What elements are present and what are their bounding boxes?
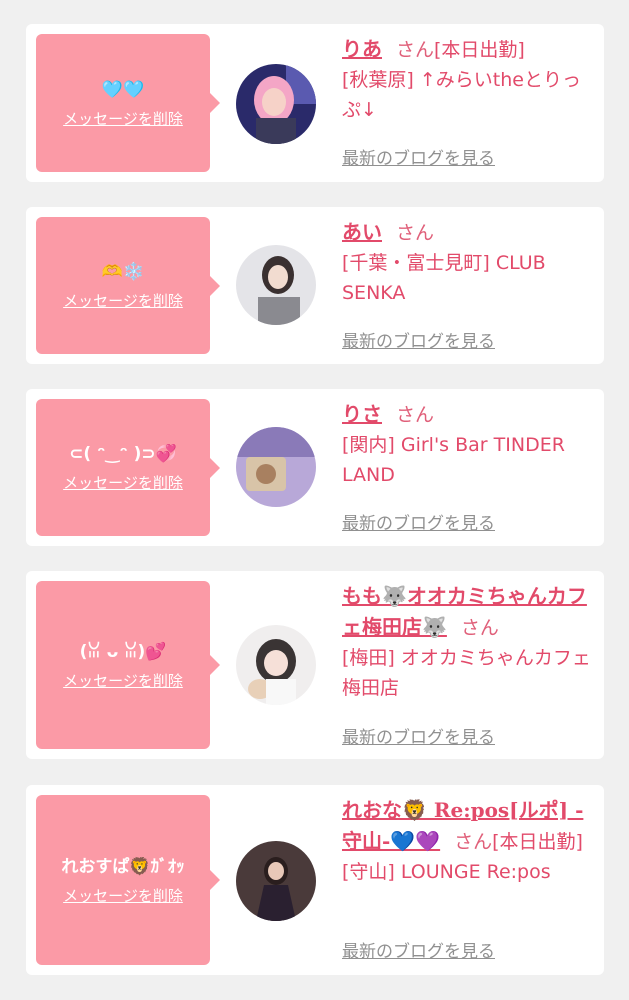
delete-message-link[interactable]: メッセージを削除 — [63, 290, 183, 311]
message-text: (ꈍ ᴗ ꈍ)💕 — [79, 641, 167, 662]
honorific: さん — [396, 39, 435, 61]
delete-message-link[interactable]: メッセージを削除 — [63, 885, 183, 906]
shop-text: [秋葉原] ↑みらいtheとりっぷ↓ — [342, 69, 581, 121]
status-badge: [本日出勤] — [434, 39, 525, 61]
avatar[interactable] — [236, 841, 316, 921]
message-bubble: (ꈍ ᴗ ꈍ)💕 メッセージを削除 — [36, 581, 220, 749]
delete-message-link[interactable]: メッセージを削除 — [63, 670, 183, 691]
latest-blog-link[interactable]: 最新のブログを見る — [342, 937, 495, 962]
message-text: ⊂( ᵔ‿ᵔ )⊃💞 — [69, 444, 177, 464]
delete-message-link[interactable]: メッセージを削除 — [63, 472, 183, 493]
message-text: 🩵🩵 — [101, 79, 145, 100]
latest-blog-link[interactable]: 最新のブログを見る — [342, 509, 495, 534]
avatar[interactable] — [236, 245, 316, 325]
delete-message-link[interactable]: メッセージを削除 — [63, 108, 183, 129]
message-bubble: 🩵🩵 メッセージを削除 — [36, 34, 220, 172]
status-badge: [本日出勤] — [492, 831, 583, 853]
message-list: 🩵🩵 メッセージを削除 りあ さん[本日出勤] [秋葉原] ↑みらいtheとりっぷ… — [0, 0, 629, 1000]
cast-name-link[interactable]: あい — [342, 220, 382, 244]
message-text: れおすぱ🦁ｶﾞｵｯ — [61, 856, 185, 877]
latest-blog-link[interactable]: 最新のブログを見る — [342, 327, 495, 352]
latest-blog-link[interactable]: 最新のブログを見る — [342, 723, 495, 748]
message-card: 🫶❄️ メッセージを削除 あい さん [千葉・富士見町] CLUB SENKA 最… — [26, 207, 604, 364]
cast-name-link[interactable]: りあ — [342, 37, 382, 61]
honorific: さん — [460, 617, 499, 639]
avatar[interactable] — [236, 427, 316, 507]
honorific: さん — [454, 831, 493, 853]
cast-name-link[interactable]: りさ — [342, 402, 382, 426]
message-bubble: れおすぱ🦁ｶﾞｵｯ メッセージを削除 — [36, 795, 220, 965]
honorific: さん — [396, 404, 435, 426]
shop-text: [千葉・富士見町] CLUB SENKA — [342, 252, 546, 304]
avatar[interactable] — [236, 64, 316, 144]
message-bubble: ⊂( ᵔ‿ᵔ )⊃💞 メッセージを削除 — [36, 399, 220, 536]
message-card: 🩵🩵 メッセージを削除 りあ さん[本日出勤] [秋葉原] ↑みらいtheとりっぷ… — [26, 24, 604, 182]
latest-blog-link[interactable]: 最新のブログを見る — [342, 144, 495, 169]
message-card: ⊂( ᵔ‿ᵔ )⊃💞 メッセージを削除 りさ さん [関内] Girl's Bar… — [26, 389, 604, 546]
shop-text: [梅田] オオカミちゃんカフェ梅田店 — [342, 647, 591, 699]
message-card: れおすぱ🦁ｶﾞｵｯ メッセージを削除 れおな🦁 Re:pos[ルポ] -守山-💙… — [26, 785, 604, 975]
shop-text: [守山] LOUNGE Re:pos — [342, 861, 551, 883]
avatar[interactable] — [236, 625, 316, 705]
message-text: 🫶❄️ — [101, 262, 145, 282]
shop-text: [関内] Girl's Bar TINDER LAND — [342, 434, 565, 486]
message-bubble: 🫶❄️ メッセージを削除 — [36, 217, 220, 354]
honorific: さん — [396, 222, 435, 244]
message-card: (ꈍ ᴗ ꈍ)💕 メッセージを削除 もも🐺オオカミちゃんカフェ梅田店🐺 さん [梅… — [26, 571, 604, 759]
